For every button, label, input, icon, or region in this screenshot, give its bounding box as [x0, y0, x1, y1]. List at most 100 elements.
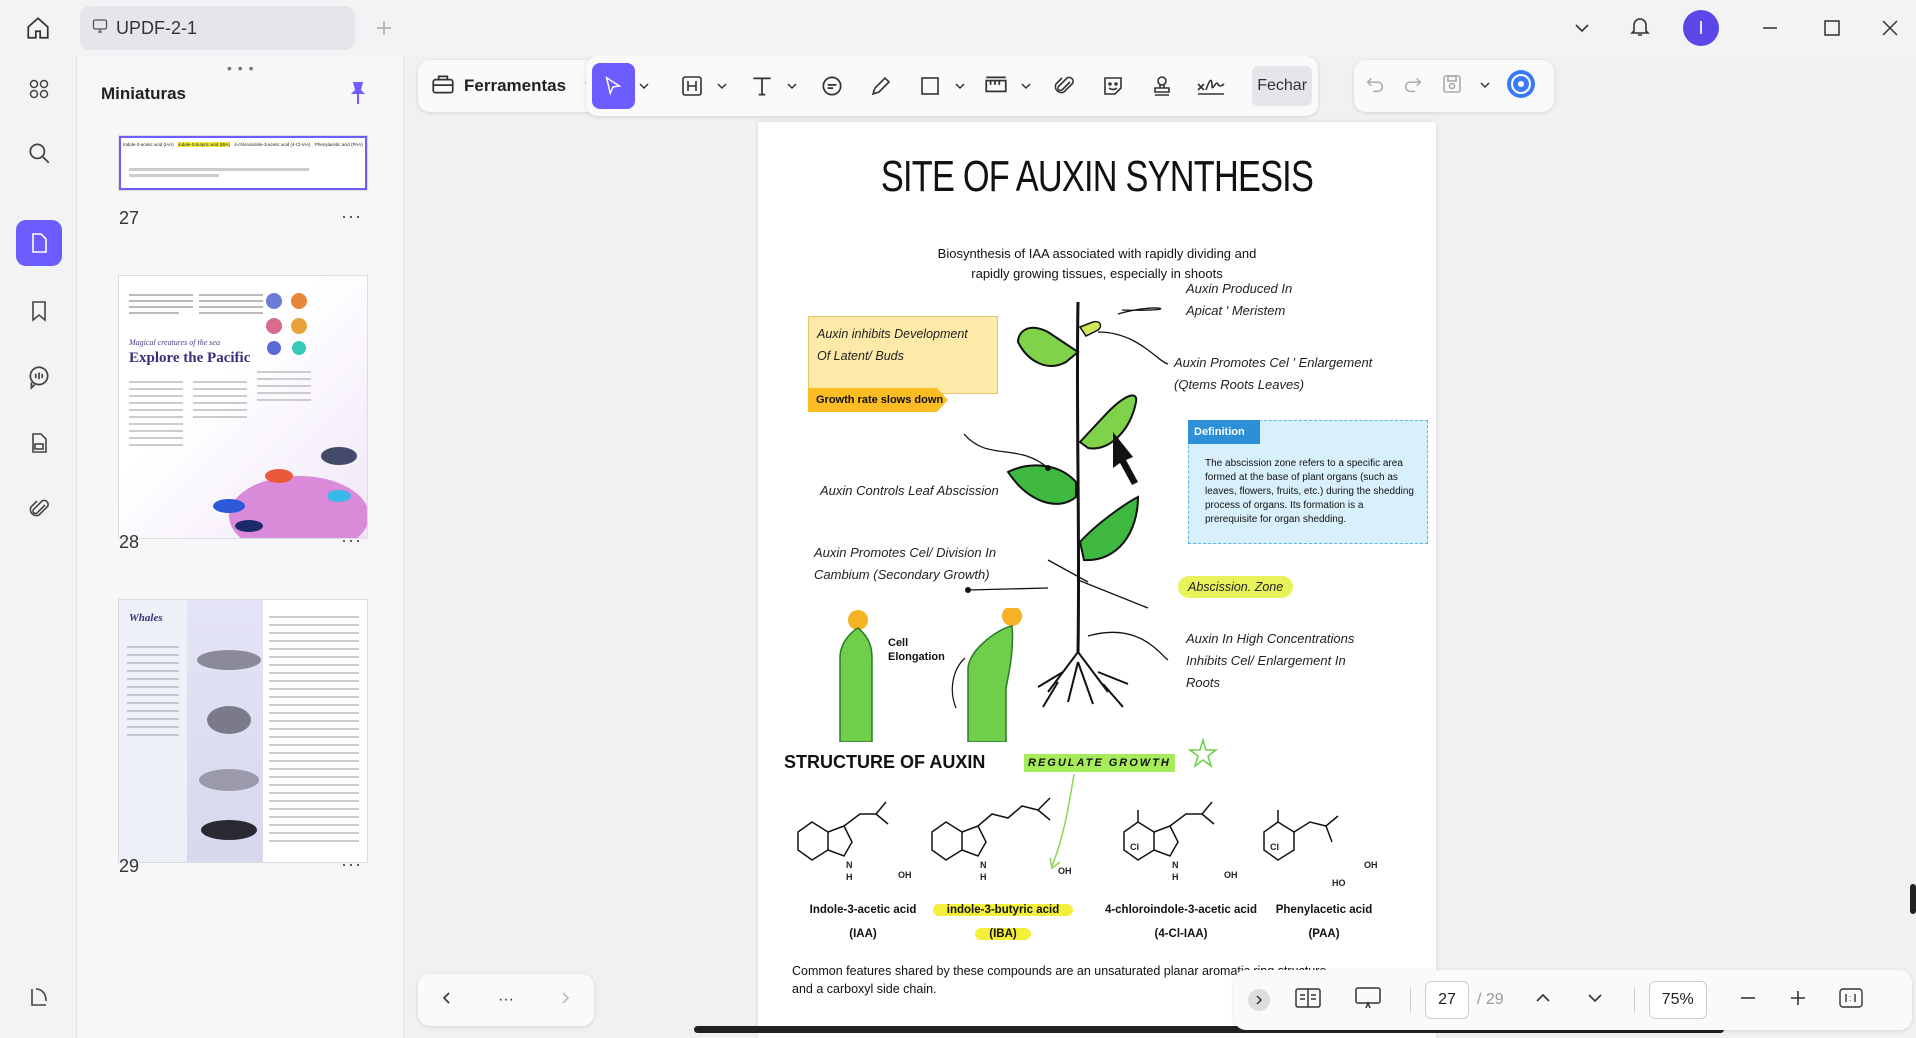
- chevron-down-icon[interactable]: [953, 81, 966, 91]
- signature-tool[interactable]: [1189, 63, 1232, 109]
- avatar[interactable]: I: [1683, 10, 1719, 46]
- regulate-growth-tag: REGULATE GROWTH: [1024, 754, 1175, 772]
- thumb-29-title: Whales: [129, 612, 163, 624]
- comment-icon[interactable]: [16, 354, 62, 400]
- save-icon[interactable]: [1440, 72, 1464, 101]
- chem-h-label: H: [1172, 872, 1179, 882]
- thumbnail-more-button[interactable]: ···: [341, 530, 362, 551]
- definition-tag: Definition: [1188, 420, 1260, 444]
- reading-mode-icon[interactable]: [1294, 987, 1322, 1014]
- search-icon[interactable]: [16, 130, 62, 176]
- compound-name: indole-3-butyric acid: [903, 904, 1103, 916]
- chevron-left-icon[interactable]: [440, 991, 454, 1010]
- chevron-up-icon[interactable]: [1534, 989, 1552, 1012]
- tab-title: UPDF-2-1: [116, 17, 198, 38]
- pencil-icon: [871, 76, 890, 96]
- apps-grid-icon[interactable]: [16, 66, 62, 112]
- thumb-28-coral-image: [266, 293, 307, 355]
- close-icon[interactable]: [1870, 8, 1910, 48]
- attach-tool[interactable]: [1042, 63, 1085, 109]
- thumbnail-page-28[interactable]: Magical creatures of the sea Explore the…: [119, 276, 367, 538]
- chem-n-label: N: [846, 860, 853, 870]
- chem-n-label: N: [1172, 860, 1179, 870]
- close-tool-button[interactable]: Fechar: [1252, 66, 1313, 106]
- sticker-tool[interactable]: [1091, 63, 1134, 109]
- cell-elongation-illustration: [839, 608, 1022, 742]
- chevron-down-icon[interactable]: [1562, 8, 1602, 48]
- layers-icon[interactable]: [16, 974, 62, 1020]
- page-title: SITE OF AUXIN SYNTHESIS: [880, 152, 1314, 201]
- comment-tool[interactable]: [810, 63, 853, 109]
- signature-icon: [1197, 79, 1225, 95]
- new-tab-icon[interactable]: [364, 8, 404, 48]
- compound-abbr: (IBA): [903, 928, 1103, 940]
- thumbnail-page-number: 29: [119, 856, 140, 876]
- molecule-structures: [797, 797, 1339, 861]
- attachment-icon[interactable]: [16, 486, 62, 532]
- highlight-tool[interactable]: [670, 63, 713, 109]
- annotation-division: Auxin Promotes Cel/ Division In Cambium …: [814, 545, 997, 582]
- structure-title: STRUCTURE OF AUXIN: [784, 752, 986, 772]
- ruler-icon: [985, 76, 1007, 93]
- title-bar: UPDF-2-1 I: [0, 0, 1916, 56]
- toolbox-icon: [430, 71, 456, 102]
- maximize-icon[interactable]: [1812, 8, 1852, 48]
- thumbnails-panel: • • • Miniaturas Indole-3-acetic acid (I…: [76, 56, 404, 1038]
- redo-icon[interactable]: [1402, 73, 1424, 100]
- select-tool[interactable]: [592, 63, 635, 109]
- ai-assistant-icon[interactable]: [1506, 69, 1536, 104]
- zoom-in-icon[interactable]: [1789, 989, 1807, 1012]
- text-tool[interactable]: [740, 63, 783, 109]
- chevron-down-icon[interactable]: [785, 81, 798, 91]
- collapse-icon[interactable]: [1248, 989, 1270, 1011]
- zoom-out-icon[interactable]: [1739, 989, 1757, 1012]
- chevron-down-icon[interactable]: [1019, 81, 1032, 91]
- thumbnail-page-number: 28: [119, 532, 140, 552]
- zoom-input[interactable]: 75%: [1648, 981, 1707, 1019]
- home-icon[interactable]: [18, 8, 58, 48]
- actual-size-icon[interactable]: [1838, 987, 1863, 1013]
- presentation-icon[interactable]: [1354, 986, 1382, 1015]
- monitor-icon: [92, 18, 108, 39]
- thumbnail-page-number: 27: [119, 208, 140, 228]
- thumbnails-button[interactable]: [16, 220, 62, 266]
- stamp-tool[interactable]: [1140, 63, 1183, 109]
- chevron-down-icon[interactable]: [1480, 77, 1490, 95]
- growth-rate-tag: Growth rate slows down: [808, 388, 948, 412]
- thumbnail-more-button[interactable]: ···: [341, 854, 362, 875]
- chem-cl-label: Cl: [1130, 842, 1139, 852]
- ocr-icon[interactable]: [16, 420, 62, 466]
- chevron-down-icon[interactable]: [1586, 989, 1604, 1012]
- undo-icon[interactable]: [1364, 73, 1386, 100]
- thumb-27-labels: Indole-3-acetic acid (IAA) indole-3-buty…: [123, 142, 363, 147]
- annotation-high-concentrations: Auxin In High Concentrations Inhibits Ce…: [1186, 631, 1355, 690]
- thumbnail-page-29[interactable]: Whales: [119, 600, 367, 862]
- shape-tool[interactable]: [908, 63, 951, 109]
- chevron-down-icon[interactable]: [637, 81, 650, 91]
- chem-ho-label: HO: [1332, 878, 1346, 888]
- measure-tool[interactable]: [974, 63, 1017, 109]
- chem-cl-label: Cl: [1270, 842, 1279, 852]
- definition-box[interactable]: Definition The abscission zone refers to…: [1188, 420, 1428, 544]
- pin-icon[interactable]: [347, 80, 369, 111]
- page-number-input[interactable]: 27: [1425, 981, 1469, 1019]
- thumb-28-caption: Magical creatures of the sea: [129, 338, 220, 347]
- minimize-icon[interactable]: [1750, 8, 1790, 48]
- thumbnail-more-button[interactable]: ···: [341, 206, 362, 227]
- cell-elongation-label: Cell Elongation: [888, 637, 945, 663]
- chevron-down-icon[interactable]: [715, 81, 728, 91]
- chem-oh-label: OH: [1364, 860, 1378, 870]
- page-nav-mini: ···: [418, 974, 594, 1026]
- thumbnail-page-27[interactable]: Indole-3-acetic acid (IAA) indole-3-buty…: [119, 136, 367, 190]
- pencil-tool[interactable]: [859, 63, 902, 109]
- document-tab[interactable]: UPDF-2-1: [80, 6, 355, 50]
- chem-oh-label: OH: [1058, 866, 1072, 876]
- bell-icon[interactable]: [1620, 6, 1660, 46]
- more-button[interactable]: ···: [498, 991, 514, 1009]
- chevron-right-icon[interactable]: [558, 991, 572, 1010]
- panel-drag-handle[interactable]: • • •: [227, 60, 254, 76]
- bookmark-icon[interactable]: [16, 288, 62, 334]
- pagination-bar: 27 / 29 75%: [1234, 970, 1912, 1030]
- comment-icon: [822, 76, 842, 96]
- vertical-scrollbar[interactable]: [1910, 884, 1916, 914]
